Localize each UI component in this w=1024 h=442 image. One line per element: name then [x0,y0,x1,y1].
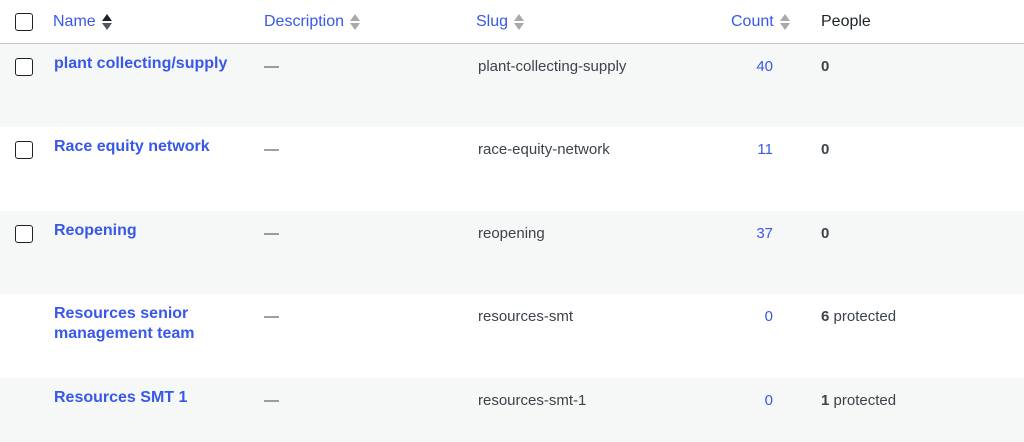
sort-arrows-icon [101,13,112,31]
term-count-link[interactable]: 0 [700,391,773,411]
term-people: 0 [821,57,829,77]
term-slug: plant-collecting-supply [478,58,627,75]
term-count-link[interactable]: 0 [700,307,773,327]
sort-arrows-icon [779,13,790,31]
column-header-name-label: Name [53,13,96,30]
table-row: Race equity network — race-equity-networ… [0,127,1024,210]
table-row: Resources SMT 1 — resources-smt-1 0 1 pr… [0,378,1024,442]
column-header-people: People [821,13,871,30]
row-checkbox[interactable] [15,58,33,76]
term-people: 1 protected [821,391,896,411]
column-header-name[interactable]: Name [53,12,112,32]
people-count: 0 [821,141,830,158]
table-row: plant collecting/supply — plant-collecti… [0,44,1024,127]
people-count: 0 [821,58,830,75]
term-name-link[interactable]: plant collecting/supply [54,54,254,74]
term-name-link[interactable]: Reopening [54,221,254,241]
term-people: 6 protected [821,307,896,327]
term-description: — [264,141,279,158]
column-header-description-label: Description [264,13,345,30]
sort-arrows-icon [350,13,361,31]
people-count: 0 [821,225,830,242]
table-row: Reopening — reopening 37 0 [0,211,1024,294]
column-header-count-label: Count [731,13,774,30]
select-all-checkbox[interactable] [15,13,33,31]
table-row: Resources senior management team — resou… [0,294,1024,377]
term-name-link[interactable]: Resources senior management team [54,304,254,344]
term-description: — [264,58,279,75]
term-description: — [264,392,279,409]
column-header-description[interactable]: Description [264,12,361,32]
term-name-link[interactable]: Race equity network [54,137,254,157]
people-suffix: protected [829,392,897,409]
term-count-link[interactable]: 37 [700,224,773,244]
term-slug: reopening [478,225,545,242]
term-description: — [264,225,279,242]
column-header-count[interactable]: Count [731,12,790,32]
term-people: 0 [821,140,829,160]
term-count-link[interactable]: 11 [700,140,773,160]
term-slug: resources-smt [478,308,574,325]
column-header-slug-label: Slug [476,13,509,30]
term-name-link[interactable]: Resources SMT 1 [54,388,254,408]
table-header: Name Description Slug Count People [0,0,1024,44]
term-people: 0 [821,224,829,244]
row-checkbox[interactable] [15,225,33,243]
people-suffix: protected [829,308,897,325]
term-count-link[interactable]: 40 [700,57,773,77]
term-slug: resources-smt-1 [478,392,587,409]
column-header-slug[interactable]: Slug [476,12,525,32]
term-slug: race-equity-network [478,141,610,158]
row-checkbox[interactable] [15,141,33,159]
sort-arrows-icon [514,13,525,31]
term-description: — [264,308,279,325]
